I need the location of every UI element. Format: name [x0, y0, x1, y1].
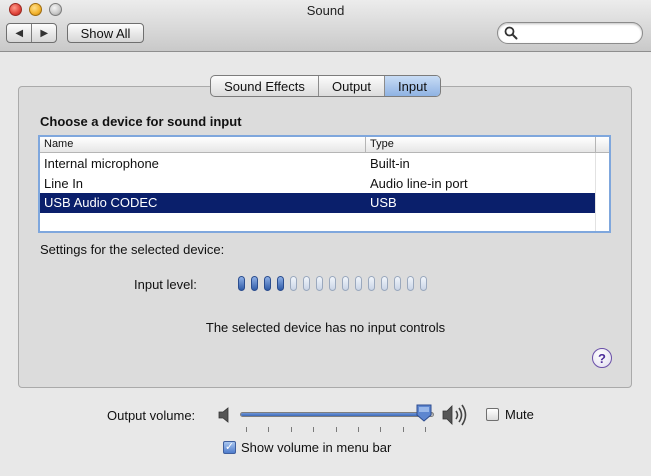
no-controls-message: The selected device has no input control…	[205, 320, 446, 335]
settings-heading: Settings for the selected device:	[40, 242, 225, 257]
show-volume-label: Show volume in menu bar	[241, 440, 392, 455]
tab-output[interactable]: Output	[318, 76, 384, 96]
search-input[interactable]	[522, 25, 634, 41]
volume-fill	[241, 413, 425, 416]
search-field[interactable]	[497, 22, 643, 44]
input-level-segment	[277, 276, 284, 291]
volume-tick	[380, 427, 381, 432]
device-type: Built-in	[370, 156, 410, 171]
speaker-high-icon	[442, 404, 467, 426]
device-name: Line In	[44, 176, 84, 191]
table-row[interactable]: Line In Audio line-in port	[40, 174, 595, 194]
table-header: Name Type	[40, 137, 609, 153]
show-volume-checkbox[interactable]: ✓	[223, 441, 236, 454]
device-name: Internal microphone	[44, 156, 159, 171]
input-level-segment	[355, 276, 362, 291]
volume-tick	[268, 427, 269, 432]
window-title: Sound	[306, 3, 345, 18]
volume-slider-thumb[interactable]	[416, 404, 432, 422]
back-button[interactable]: ◀	[7, 24, 31, 42]
input-device-table[interactable]: Name Type Internal microphone Built-in L…	[38, 135, 611, 233]
mute-checkbox[interactable]	[486, 408, 499, 421]
preferences-panel	[18, 86, 632, 388]
input-level-segment	[264, 276, 271, 291]
volume-ticks	[246, 427, 426, 433]
navigation-buttons: ◀ ▶	[6, 23, 57, 43]
mute-label: Mute	[505, 407, 534, 422]
column-header-type[interactable]: Type	[370, 138, 394, 150]
help-button[interactable]: ?	[592, 348, 612, 368]
input-level-segment	[407, 276, 414, 291]
input-level-segment	[394, 276, 401, 291]
input-level-segment	[238, 276, 245, 291]
forward-button[interactable]: ▶	[31, 24, 56, 42]
window-toolbar: Sound ◀ ▶ Show All	[0, 0, 651, 52]
input-level-segment	[290, 276, 297, 291]
search-icon	[504, 26, 518, 40]
tab-bar: Sound Effects Output Input	[210, 75, 441, 97]
output-volume-slider[interactable]	[240, 412, 434, 417]
volume-tick	[425, 427, 426, 432]
input-level-meter	[238, 276, 427, 292]
volume-tick	[313, 427, 314, 432]
show-volume-control[interactable]: ✓ Show volume in menu bar	[223, 440, 391, 455]
table-row[interactable]: Internal microphone Built-in	[40, 154, 595, 174]
device-type: Audio line-in port	[370, 176, 468, 191]
volume-tick	[336, 427, 337, 432]
input-level-segment	[303, 276, 310, 291]
column-divider	[365, 137, 366, 153]
input-level-segment	[251, 276, 258, 291]
input-level-segment	[329, 276, 336, 291]
input-level-segment	[368, 276, 375, 291]
input-level-segment	[316, 276, 323, 291]
volume-tick	[403, 427, 404, 432]
choose-device-heading: Choose a device for sound input	[40, 114, 242, 129]
table-row-selected[interactable]: USB Audio CODEC USB	[40, 193, 595, 213]
input-level-segment	[342, 276, 349, 291]
column-divider	[595, 137, 596, 153]
speaker-low-icon	[218, 407, 229, 423]
volume-tick	[291, 427, 292, 432]
table-scrollbar-area[interactable]	[595, 153, 609, 231]
tab-input[interactable]: Input	[384, 76, 440, 96]
show-all-button[interactable]: Show All	[67, 23, 144, 43]
input-level-segment	[420, 276, 427, 291]
volume-tick	[358, 427, 359, 432]
device-name: USB Audio CODEC	[44, 195, 158, 210]
device-type: USB	[370, 195, 397, 210]
output-volume-label: Output volume:	[107, 408, 196, 423]
mute-control[interactable]: Mute	[486, 407, 534, 422]
input-level-segment	[381, 276, 388, 291]
column-header-name[interactable]: Name	[44, 138, 73, 150]
tab-sound-effects[interactable]: Sound Effects	[211, 76, 318, 96]
input-level-label: Input level:	[134, 277, 197, 292]
volume-tick	[246, 427, 247, 432]
